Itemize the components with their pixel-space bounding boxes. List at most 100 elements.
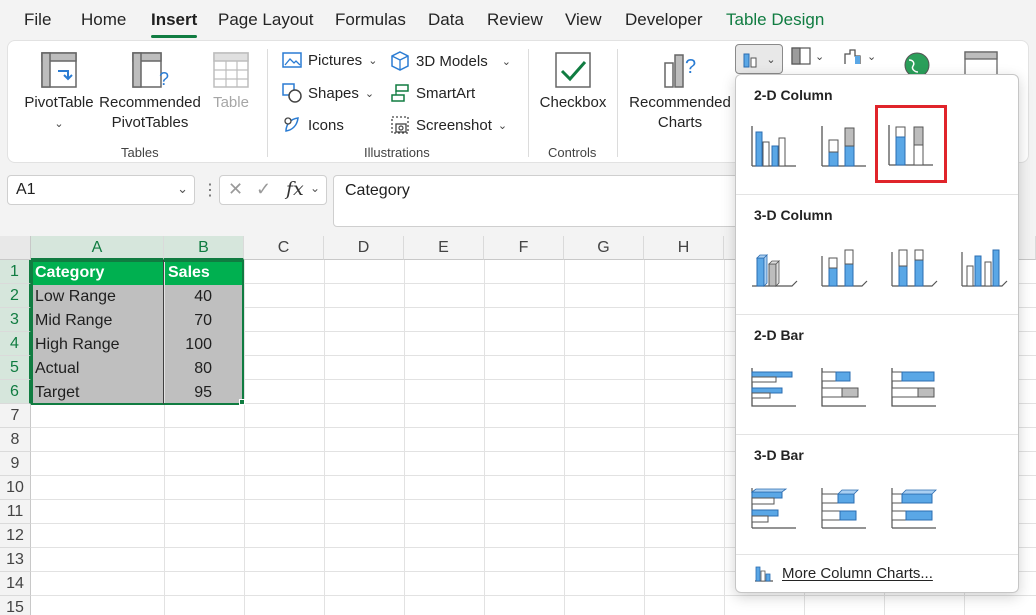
table-button[interactable]: Table	[208, 51, 254, 113]
recommended-charts-label-1: Recommended	[629, 94, 731, 111]
row-header-5[interactable]: 5	[0, 356, 31, 380]
column-header-h[interactable]: H	[644, 236, 724, 260]
tab-data[interactable]: Data	[428, 10, 464, 30]
pivot-table-button[interactable]: PivotTable ⌄	[24, 51, 94, 134]
column-header-g[interactable]: G	[564, 236, 644, 260]
section-title-3d-bar: 3-D Bar	[754, 447, 804, 463]
3d-100-percent-stacked-column-option[interactable]	[884, 237, 944, 293]
3d-100-percent-stacked-bar-option[interactable]	[884, 479, 944, 535]
column-header-d[interactable]: D	[324, 236, 404, 260]
table-cell[interactable]: Low Range	[32, 285, 163, 309]
chevron-down-icon: ⌄	[501, 55, 511, 68]
fill-handle[interactable]	[239, 399, 245, 405]
checkbox-button[interactable]: Checkbox	[538, 51, 608, 113]
row-header-9[interactable]: 9	[0, 452, 31, 476]
column-chart-button[interactable]: ⌄	[735, 44, 783, 74]
chevron-down-icon[interactable]: ⌄	[310, 181, 320, 195]
recommended-charts-button[interactable]: ? Recommended Charts	[626, 51, 734, 133]
chevron-down-icon: ⌄	[364, 87, 375, 100]
row-header-1[interactable]: 1	[0, 260, 31, 284]
formula-controls: ✕ ✓ fx ⌄	[219, 175, 327, 205]
tab-page-layout[interactable]: Page Layout	[218, 10, 313, 30]
name-box[interactable]: A1 ⌄	[7, 175, 195, 205]
column-header-f[interactable]: F	[484, 236, 564, 260]
gridline	[31, 595, 1036, 596]
tab-view[interactable]: View	[565, 10, 602, 30]
recommended-pivottables-button[interactable]: ? Recommended PivotTables	[99, 51, 201, 133]
3d-stacked-bar-option[interactable]	[814, 479, 874, 535]
100-percent-stacked-column-option[interactable]	[875, 105, 947, 183]
row-header-2[interactable]: 2	[0, 284, 31, 308]
row-header-11[interactable]: 11	[0, 500, 31, 524]
table-cell[interactable]: Target	[32, 381, 163, 405]
smartart-button[interactable]: SmartArt	[390, 83, 475, 103]
row-header-14[interactable]: 14	[0, 572, 31, 596]
table-cell[interactable]: Actual	[32, 357, 163, 381]
table-cell[interactable]: 40	[165, 285, 242, 309]
row-header-3[interactable]: 3	[0, 308, 31, 332]
recommended-pivot-label-2: PivotTables	[111, 114, 189, 131]
3d-clustered-column-option[interactable]	[744, 237, 804, 293]
table-header-category[interactable]: Category	[32, 261, 163, 285]
tab-insert[interactable]: Insert	[151, 10, 198, 38]
tab-formulas[interactable]: Formulas	[335, 10, 406, 30]
more-options-icon[interactable]: ⋮	[202, 180, 218, 200]
chevron-down-icon[interactable]: ⌄	[177, 181, 188, 197]
row-header-13[interactable]: 13	[0, 548, 31, 572]
smartart-icon	[391, 84, 409, 102]
3d-models-button[interactable]: 3D Models ⌄	[390, 51, 511, 71]
more-column-charts-link[interactable]: More Column Charts...	[754, 564, 933, 582]
3d-percent-stacked-column-icon	[891, 249, 938, 287]
table-cell[interactable]: 70	[165, 309, 242, 333]
100-percent-stacked-bar-option[interactable]	[884, 359, 944, 415]
column-header-b[interactable]: B	[164, 236, 244, 260]
pictures-button[interactable]: Pictures ⌄	[282, 51, 377, 69]
shapes-button[interactable]: Shapes ⌄	[282, 83, 374, 103]
row-header-6[interactable]: 6	[0, 380, 31, 404]
stacked-column-icon	[821, 126, 866, 167]
row-header-7[interactable]: 7	[0, 404, 31, 428]
table-cell[interactable]: 100	[165, 333, 242, 357]
stacked-bar-icon	[821, 368, 866, 407]
table-cell[interactable]: Mid Range	[32, 309, 163, 333]
screenshot-button[interactable]: Screenshot ⌄	[390, 115, 507, 135]
3d-column-option[interactable]	[954, 237, 1014, 293]
column-header-e[interactable]: E	[404, 236, 484, 260]
tab-review[interactable]: Review	[487, 10, 543, 30]
waterfall-chart-button[interactable]: ⌄	[843, 47, 876, 65]
3d-clustered-bar-option[interactable]	[744, 479, 804, 535]
formula-input[interactable]: Category	[333, 175, 753, 227]
icons-icon	[284, 117, 299, 132]
tab-file[interactable]: File	[24, 10, 51, 30]
table-cell[interactable]: 80	[165, 357, 242, 381]
3d-stacked-column-option[interactable]	[814, 237, 874, 293]
clustered-column-option[interactable]	[744, 117, 804, 173]
cancel-icon[interactable]: ✕	[228, 179, 243, 200]
column-header-c[interactable]: C	[244, 236, 324, 260]
table-header-sales[interactable]: Sales	[165, 261, 242, 285]
row-header-4[interactable]: 4	[0, 332, 31, 356]
table-cell[interactable]: High Range	[32, 333, 163, 357]
table-icon	[213, 52, 249, 88]
tab-developer[interactable]: Developer	[625, 10, 703, 30]
table-cell[interactable]: 95	[165, 381, 242, 405]
column-header-a[interactable]: A	[31, 236, 164, 260]
tab-home[interactable]: Home	[81, 10, 126, 30]
stacked-column-option[interactable]	[814, 117, 874, 173]
clustered-bar-option[interactable]	[744, 359, 804, 415]
pivot-table-label: PivotTable	[24, 94, 94, 111]
svg-text:?: ?	[685, 56, 696, 78]
icons-button[interactable]: Icons	[282, 115, 344, 135]
enter-checkmark-icon[interactable]: ✓	[256, 179, 271, 200]
row-header-12[interactable]: 12	[0, 524, 31, 548]
percent-stacked-column-icon	[888, 125, 933, 166]
hierarchy-chart-button[interactable]: ⌄	[791, 47, 824, 65]
row-header-15[interactable]: 15	[0, 596, 31, 615]
tab-table-design[interactable]: Table Design	[726, 10, 824, 30]
row-header-10[interactable]: 10	[0, 476, 31, 500]
select-all-corner[interactable]	[0, 236, 31, 260]
stacked-bar-option[interactable]	[814, 359, 874, 415]
insert-function-icon[interactable]: fx	[286, 178, 304, 200]
column-chart-gallery: 2-D Column 3-D Column 2-D Bar 3-D Bar Mo…	[735, 74, 1019, 593]
row-header-8[interactable]: 8	[0, 428, 31, 452]
